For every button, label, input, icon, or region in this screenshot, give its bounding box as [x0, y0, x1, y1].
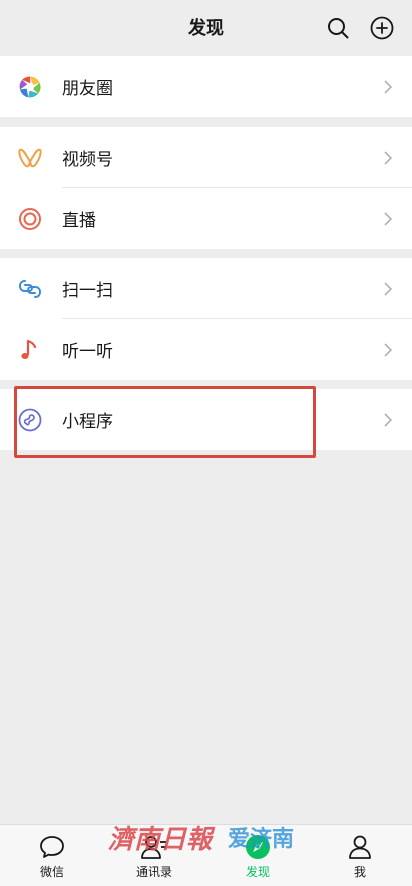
channels-group: 视频号 直播 — [0, 127, 412, 249]
list-item-listen[interactable]: 听一听 — [0, 319, 412, 380]
chat-bubble-icon — [38, 833, 66, 861]
tab-contacts[interactable]: 通讯录 — [114, 825, 194, 886]
chevron-right-icon — [384, 79, 393, 94]
list-item-live[interactable]: 直播 — [0, 188, 412, 249]
chevron-right-icon — [384, 412, 393, 427]
list-item-channels[interactable]: 视频号 — [0, 127, 412, 188]
add-button[interactable] — [368, 14, 396, 42]
list-item-label: 视频号 — [62, 150, 113, 170]
person-icon — [346, 833, 374, 861]
live-icon — [18, 207, 42, 231]
mini-program-icon — [18, 408, 42, 432]
list-item-label: 扫一扫 — [62, 281, 113, 301]
tab-label: 发现 — [245, 865, 270, 879]
scan-listen-group: 扫一扫 听一听 — [0, 258, 412, 380]
channels-icon — [18, 146, 42, 170]
music-note-icon — [18, 338, 42, 362]
discover-compass-icon — [244, 833, 272, 861]
scan-icon — [18, 277, 42, 301]
moments-group: 朋友圈 — [0, 56, 412, 117]
mini-program-group: 小程序 — [0, 389, 412, 450]
list-item-label: 朋友圈 — [62, 79, 113, 99]
list-item-label: 直播 — [62, 211, 96, 231]
chevron-right-icon — [384, 150, 393, 165]
tab-chats[interactable]: 微信 — [12, 825, 92, 886]
tab-label: 通讯录 — [135, 865, 172, 879]
tab-label: 微信 — [39, 865, 64, 879]
search-icon — [328, 18, 349, 39]
plus-circle-icon — [370, 16, 394, 40]
list-item-label: 小程序 — [62, 412, 113, 432]
chevron-right-icon — [384, 281, 393, 296]
list-item-moments[interactable]: 朋友圈 — [0, 56, 412, 117]
discover-screen: 发现 朋友圈 视频号 直播 扫一扫 听一听 小程序 微信 通讯录 发现 我 濟南… — [0, 0, 412, 886]
tab-label: 我 — [353, 865, 366, 879]
top-bar: 发现 — [0, 0, 412, 56]
tab-discover[interactable]: 发现 — [218, 825, 298, 886]
search-button[interactable] — [324, 14, 352, 42]
contacts-icon — [140, 833, 168, 861]
bottom-tab-bar: 微信 通讯录 发现 我 — [0, 824, 412, 886]
chevron-right-icon — [384, 211, 393, 226]
list-item-mini-program[interactable]: 小程序 — [0, 389, 412, 450]
tab-me[interactable]: 我 — [320, 825, 400, 886]
moments-icon — [18, 75, 42, 99]
list-item-scan[interactable]: 扫一扫 — [0, 258, 412, 319]
chevron-right-icon — [384, 342, 393, 357]
list-item-label: 听一听 — [62, 342, 113, 362]
